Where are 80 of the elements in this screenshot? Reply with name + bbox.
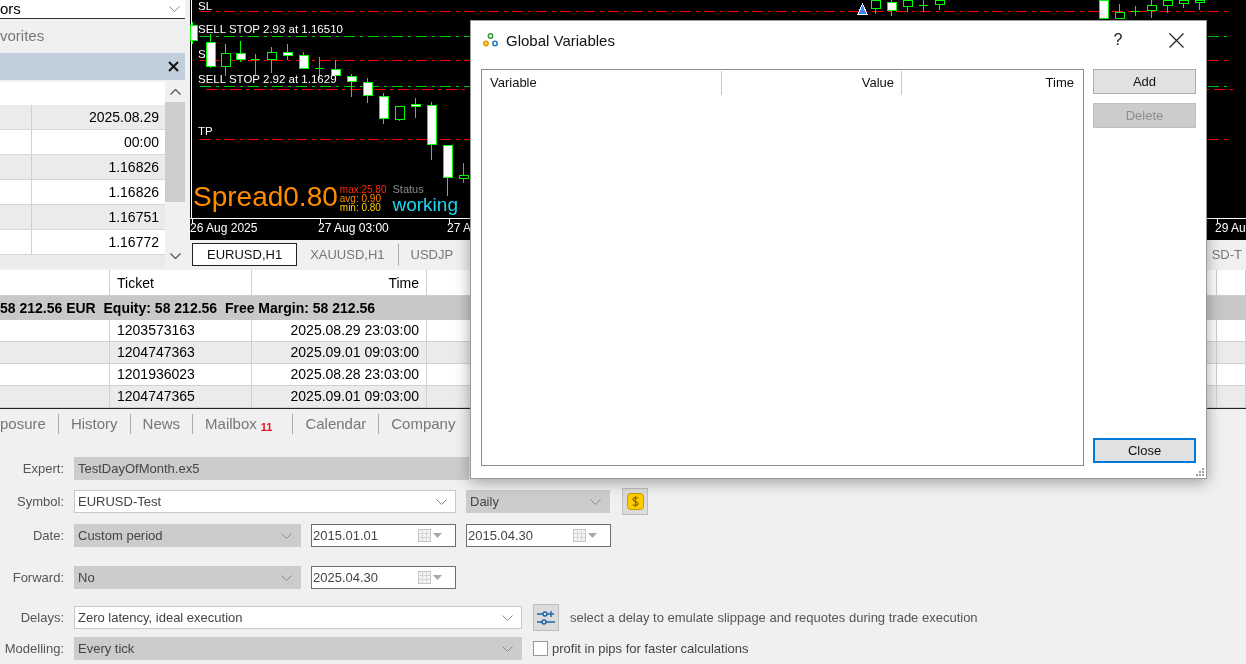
column-header[interactable]: Ticket <box>110 270 252 296</box>
unread-count: 11 <box>260 422 273 433</box>
chevron-icon <box>502 614 513 621</box>
dollar-icon <box>626 493 644 510</box>
column-header[interactable]: Time <box>902 71 1083 95</box>
level-label: SL <box>198 0 213 12</box>
trade-marker-icon <box>857 3 868 15</box>
tab[interactable]: Mailbox 11 <box>192 414 293 434</box>
table-cell-text: 1.16826 <box>107 158 160 177</box>
table-cell: 1201936023 <box>110 364 252 386</box>
axis-label: 27 Aug 03:00 <box>318 221 389 235</box>
chevron-icon <box>281 574 292 581</box>
table-cell: 2025.08.29 23:03:00 <box>252 320 427 342</box>
tab[interactable]: posure <box>0 414 58 434</box>
column-header[interactable]: Value <box>722 71 902 95</box>
table-cell-text: 1.16826 <box>107 183 160 202</box>
table-cell-text: 1.16751 <box>107 208 160 227</box>
chevron-down-icon[interactable] <box>169 253 181 259</box>
delays-dropdown[interactable]: Zero latency, ideal execution <box>74 606 522 629</box>
tab[interactable]: History <box>57 414 130 434</box>
table-cell: 1204747365 <box>110 386 252 408</box>
caret-icon <box>433 533 442 538</box>
table-cell: 2025.08.28 23:03:00 <box>252 364 427 386</box>
calendar-icon <box>573 529 586 542</box>
spread-stat: min: 0.80 <box>339 203 382 212</box>
chevron-icon <box>590 498 601 505</box>
chart-tab[interactable]: XAUUSD,H1 <box>297 242 398 266</box>
tab[interactable]: vorites <box>0 27 45 45</box>
chevron-icon <box>502 645 513 652</box>
checkbox-label: profit in pips for faster calculations <box>552 641 749 656</box>
status-value: working <box>392 195 458 215</box>
close-icon[interactable] <box>168 61 179 72</box>
chevron-up-icon[interactable] <box>169 89 181 95</box>
chart-tab[interactable]: EURUSD,H1 <box>192 242 298 266</box>
tab[interactable]: Company <box>378 414 456 434</box>
dialog-title: Global Variables <box>506 31 616 49</box>
table-cell-text: 2025.08.29 <box>87 108 160 127</box>
scrollbar-thumb[interactable] <box>165 102 185 202</box>
delay-settings-button[interactable] <box>533 604 559 631</box>
scrollbar[interactable] <box>165 82 185 268</box>
field-label: Expert: <box>21 461 64 476</box>
close-icon <box>1168 32 1184 48</box>
symbol-dropdown[interactable]: EURUSD-Test <box>74 490 456 513</box>
chevron-icon <box>281 532 292 539</box>
axis-label: 29 Au <box>1215 221 1246 235</box>
tab[interactable]: Calendar <box>292 414 379 434</box>
table-cell: 2025.09.01 09:03:00 <box>252 386 427 408</box>
field-label: Forward: <box>11 570 64 585</box>
table-cell: 1203573163 <box>110 320 252 342</box>
table-cell: 1204747363 <box>110 342 252 364</box>
currency-button[interactable] <box>622 488 648 515</box>
table-cell: 2025.09.01 09:03:00 <box>252 342 427 364</box>
table-cell-text: 00:00 <box>122 133 160 152</box>
hint-text: select a delay to emulate slippage and requotes during trade execution <box>570 610 978 625</box>
table-cell-text: 1.16772 <box>107 233 160 252</box>
field-label: Date: <box>31 528 64 543</box>
field-label: Delays: <box>19 610 64 625</box>
calendar-icon <box>418 571 431 584</box>
column-header[interactable]: Variable <box>482 71 722 95</box>
field-label: Modelling: <box>3 641 64 656</box>
chart-tab[interactable]: USDJP <box>397 242 467 266</box>
chevron-icon <box>169 6 180 12</box>
add-button[interactable]: Add <box>1093 69 1196 94</box>
account-summary: 58 212.56 EUR Equity: 58 212.56 Free Margin: 58 212.56 <box>0 299 376 318</box>
circles-icon <box>483 33 498 47</box>
tab[interactable]: News <box>129 414 193 434</box>
column-header[interactable]: Time <box>252 270 427 296</box>
chevron-icon <box>436 498 447 505</box>
panel-dropdown[interactable]: ors <box>0 0 185 19</box>
axis-label: 27 A <box>447 221 472 235</box>
calendar-icon <box>418 529 431 542</box>
close-button[interactable]: Close <box>1093 438 1196 463</box>
sliders-icon <box>536 608 556 627</box>
caret-icon <box>433 575 442 580</box>
field-label: Symbol: <box>16 494 64 509</box>
resize-grip-icon[interactable] <box>1195 467 1204 476</box>
chart-tab[interactable]: SD-T <box>1210 242 1246 266</box>
axis-label: 26 Aug 2025 <box>190 221 258 235</box>
caret-icon <box>588 533 597 538</box>
help-button[interactable]: ? <box>1103 25 1133 55</box>
